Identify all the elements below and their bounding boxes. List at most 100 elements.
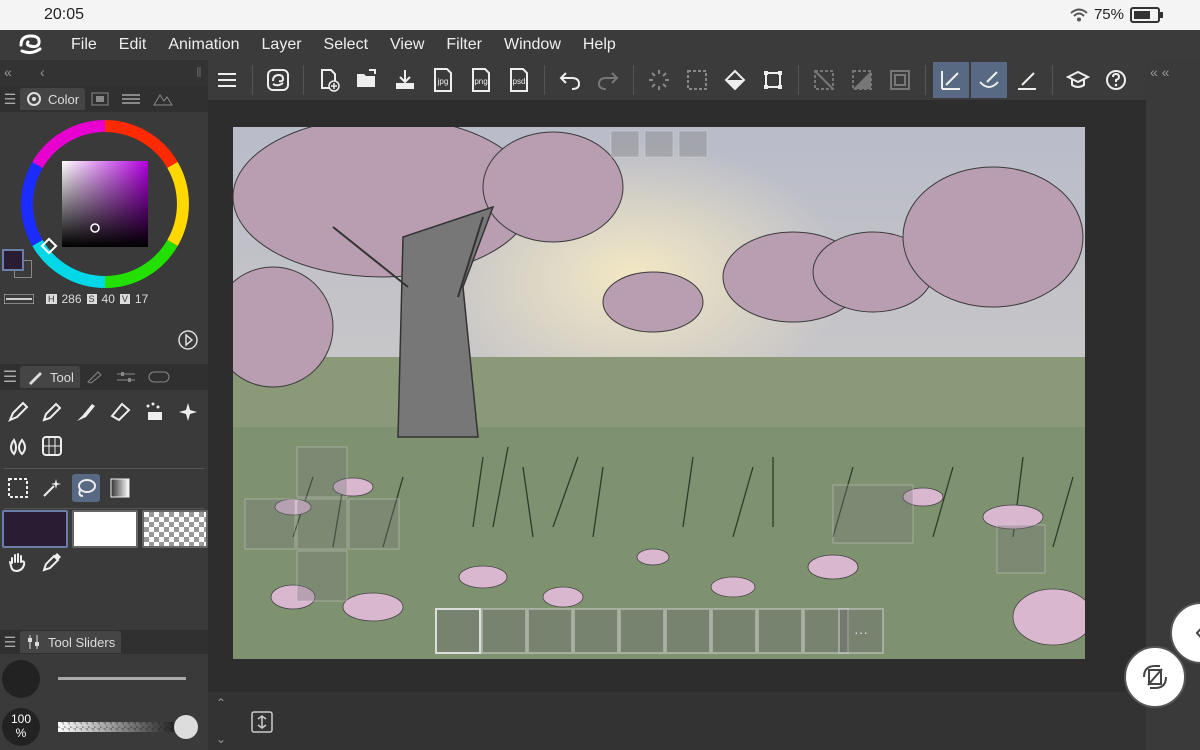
lasso-tool-icon[interactable]: [72, 474, 100, 502]
menu-file[interactable]: File: [60, 36, 108, 54]
sparkle-tool-icon[interactable]: [174, 398, 202, 426]
tool-panel-menu-icon[interactable]: ☰: [0, 367, 20, 387]
menu-button[interactable]: [209, 62, 245, 98]
tab-tool-property[interactable]: [110, 366, 142, 388]
eyedropper-tool-icon[interactable]: [38, 548, 66, 576]
brush-size-slider[interactable]: [58, 677, 186, 680]
opacity-unit: %: [15, 726, 27, 740]
tab-intermediate-color[interactable]: [147, 88, 179, 110]
bottom-bar: ⌃ ⌄: [208, 692, 1146, 750]
export-psd-label: psd: [513, 77, 526, 86]
tab-tool-label: Tool: [50, 369, 74, 385]
ruler-snap-button[interactable]: [933, 62, 969, 98]
export-psd-button[interactable]: psd: [501, 62, 537, 98]
loading-button[interactable]: [641, 62, 677, 98]
invert-selection-button[interactable]: [844, 62, 880, 98]
menu-view[interactable]: View: [379, 36, 435, 54]
transparent-color-icon[interactable]: [4, 294, 34, 304]
color-wheel[interactable]: [15, 114, 195, 294]
companion-mode-button[interactable]: [260, 62, 296, 98]
save-icon: [396, 70, 414, 89]
transform-button[interactable]: [755, 62, 791, 98]
collapse-double-left-icon[interactable]: «: [4, 64, 12, 80]
brush-tool-icon[interactable]: [72, 398, 100, 426]
divider: [925, 65, 926, 95]
collapse-left-icon[interactable]: ‹: [40, 64, 45, 80]
magic-wand-tool-icon[interactable]: [38, 474, 66, 502]
new-button[interactable]: [311, 62, 347, 98]
export-psd-icon: psd: [510, 68, 528, 92]
pencil-tool-icon[interactable]: [38, 398, 66, 426]
expand-right-dock-icon[interactable]: « «: [1150, 64, 1169, 80]
brush-size-icon: [148, 371, 170, 383]
grid-tool-icon[interactable]: [38, 432, 66, 460]
panel-menu-icon[interactable]: ☰: [0, 91, 20, 108]
expand-up-icon[interactable]: ⌃: [216, 696, 226, 710]
tab-tool-sliders-label: Tool Sliders: [48, 634, 116, 650]
expand-down-icon[interactable]: ⌄: [216, 732, 226, 746]
pen-tool-icon[interactable]: [4, 398, 32, 426]
tab-color-set[interactable]: [85, 88, 115, 110]
menu-layer[interactable]: Layer: [251, 36, 313, 54]
mountain-icon: [153, 94, 173, 106]
hand-tool-icon[interactable]: [4, 548, 32, 576]
help-button[interactable]: [1098, 62, 1134, 98]
sub-color-swatch[interactable]: [72, 510, 138, 548]
selection-border-button[interactable]: [882, 62, 918, 98]
hotbar-more-label: ···: [854, 624, 868, 640]
spinner-icon: [649, 70, 669, 90]
undo-button[interactable]: [552, 62, 588, 98]
menu-filter[interactable]: Filter: [435, 36, 493, 54]
main-color-swatch[interactable]: [2, 510, 68, 548]
drawing-canvas[interactable]: ···: [233, 127, 1085, 659]
tab-brush-size[interactable]: [142, 366, 176, 388]
app-logo-icon[interactable]: [16, 33, 46, 57]
brush-tab-icon: [86, 371, 102, 384]
sliders-panel-menu-icon[interactable]: ☰: [0, 634, 20, 651]
opacity-slider-knob[interactable]: [174, 715, 198, 739]
transparent-swatch[interactable]: [142, 510, 208, 548]
pen-tab-icon: [29, 372, 42, 385]
left-dock: « ‹ ‖ ☰ Color H 286 S 40 V 17 ☰ Tool ☰ T…: [0, 60, 208, 750]
ruler-snap-icon: [941, 71, 960, 90]
fill-icon: [724, 69, 746, 91]
dock-grip-icon[interactable]: ‖: [196, 64, 202, 80]
blend-tool-icon[interactable]: [4, 432, 32, 460]
rotate-icon: [1143, 665, 1167, 689]
fill-button[interactable]: [717, 62, 753, 98]
tab-tool-sliders[interactable]: Tool Sliders: [20, 631, 122, 653]
menu-window[interactable]: Window: [493, 36, 572, 54]
redo-button[interactable]: [590, 62, 626, 98]
hsv-readout: H 286 S 40 V 17: [46, 292, 148, 306]
tab-color[interactable]: Color: [20, 88, 86, 110]
tab-tool[interactable]: Tool: [20, 366, 80, 388]
learn-button[interactable]: [1060, 62, 1096, 98]
menu-edit[interactable]: Edit: [108, 36, 158, 54]
menu-animation[interactable]: Animation: [157, 36, 250, 54]
clear-selection-button[interactable]: [806, 62, 842, 98]
export-png-button[interactable]: png: [463, 62, 499, 98]
property-icon: [116, 372, 135, 382]
decoration-tool-icon[interactable]: [140, 398, 168, 426]
gradient-tool-icon[interactable]: [106, 474, 134, 502]
eraser-tool-icon[interactable]: [106, 398, 134, 426]
export-jpg-button[interactable]: jpg: [425, 62, 461, 98]
deselect-button[interactable]: [679, 62, 715, 98]
menu-icon: [218, 73, 236, 87]
rotate-canvas-button[interactable]: [1124, 646, 1186, 708]
main-color-chip[interactable]: [2, 249, 24, 271]
save-button[interactable]: [387, 62, 423, 98]
open-button[interactable]: [349, 62, 385, 98]
menu-help[interactable]: Help: [572, 36, 627, 54]
tab-color-slider[interactable]: [115, 88, 147, 110]
tab-sub-tool[interactable]: [80, 366, 110, 388]
timeline-toggle-icon[interactable]: [251, 711, 273, 733]
special-ruler-snap-button[interactable]: [971, 62, 1007, 98]
color-wheel-panel: H 286 S 40 V 17: [0, 112, 208, 350]
marquee-tool-icon[interactable]: [4, 474, 32, 502]
grid-snap-button[interactable]: [1009, 62, 1045, 98]
menu-select[interactable]: Select: [313, 36, 379, 54]
opacity-slider[interactable]: [58, 722, 186, 732]
export-jpg-label: jpg: [437, 77, 449, 86]
play-circle-icon[interactable]: [177, 329, 199, 351]
